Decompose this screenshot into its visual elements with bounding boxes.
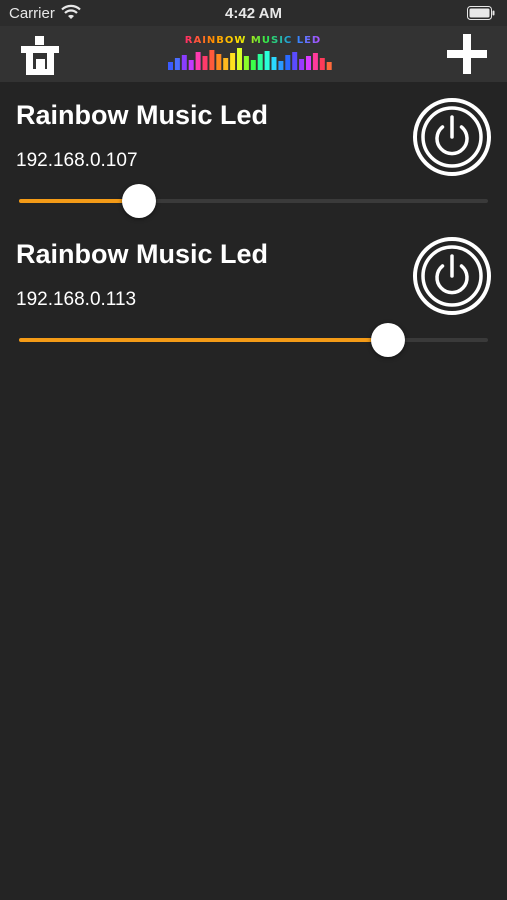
equalizer-bar bbox=[202, 56, 208, 70]
device-ip: 192.168.0.113 bbox=[16, 289, 137, 310]
equalizer-bar bbox=[216, 54, 222, 70]
equalizer-bar bbox=[271, 57, 277, 70]
equalizer-bar bbox=[223, 58, 229, 70]
device-ip: 192.168.0.107 bbox=[16, 150, 138, 171]
equalizer-bar bbox=[195, 52, 201, 70]
brightness-slider[interactable] bbox=[19, 323, 488, 357]
equalizer-bar bbox=[257, 54, 263, 70]
status-bar: Carrier 4:42 AM bbox=[0, 0, 507, 26]
battery-icon bbox=[467, 6, 495, 20]
device-name: Rainbow Music Led bbox=[16, 100, 269, 130]
equalizer-bar bbox=[237, 48, 242, 70]
equalizer-bar bbox=[264, 51, 270, 70]
equalizer-bar bbox=[209, 50, 215, 70]
equalizer-bar bbox=[243, 56, 249, 70]
equalizer-bar bbox=[312, 53, 318, 70]
app-logo: RAINBOW MUSIC LED bbox=[168, 35, 332, 70]
equalizer-bar bbox=[168, 62, 173, 70]
power-icon[interactable] bbox=[412, 97, 492, 177]
equalizer-bar bbox=[174, 58, 180, 70]
equalizer-bar bbox=[299, 59, 305, 70]
device-row: Rainbow Music Led 192.168.0.107 bbox=[0, 82, 507, 220]
equalizer-bar bbox=[188, 60, 194, 70]
equalizer-bar bbox=[181, 55, 187, 70]
equalizer-bar bbox=[306, 56, 311, 70]
power-icon[interactable] bbox=[412, 236, 492, 316]
logo-text: RAINBOW MUSIC LED bbox=[185, 35, 321, 46]
slider-thumb[interactable] bbox=[121, 184, 156, 218]
brightness-slider[interactable] bbox=[19, 184, 488, 218]
equalizer-bar bbox=[230, 53, 236, 70]
slider-fill bbox=[19, 199, 139, 203]
slider-fill bbox=[19, 338, 389, 342]
plus-icon[interactable] bbox=[445, 32, 489, 76]
equalizer-bar bbox=[319, 58, 325, 70]
equalizer-bar bbox=[326, 62, 332, 70]
slider-thumb[interactable] bbox=[371, 323, 406, 357]
status-time: 4:42 AM bbox=[225, 5, 282, 22]
device-name: Rainbow Music Led bbox=[16, 239, 269, 269]
nav-bar: RAINBOW MUSIC LED bbox=[0, 26, 507, 82]
equalizer-bar bbox=[292, 52, 298, 70]
device-row: Rainbow Music Led 192.168.0.113 bbox=[0, 221, 507, 359]
equalizer-bar bbox=[250, 60, 256, 70]
equalizer-bar bbox=[285, 55, 291, 70]
remove-device-icon[interactable] bbox=[18, 34, 62, 76]
equalizer-bar bbox=[278, 61, 284, 70]
